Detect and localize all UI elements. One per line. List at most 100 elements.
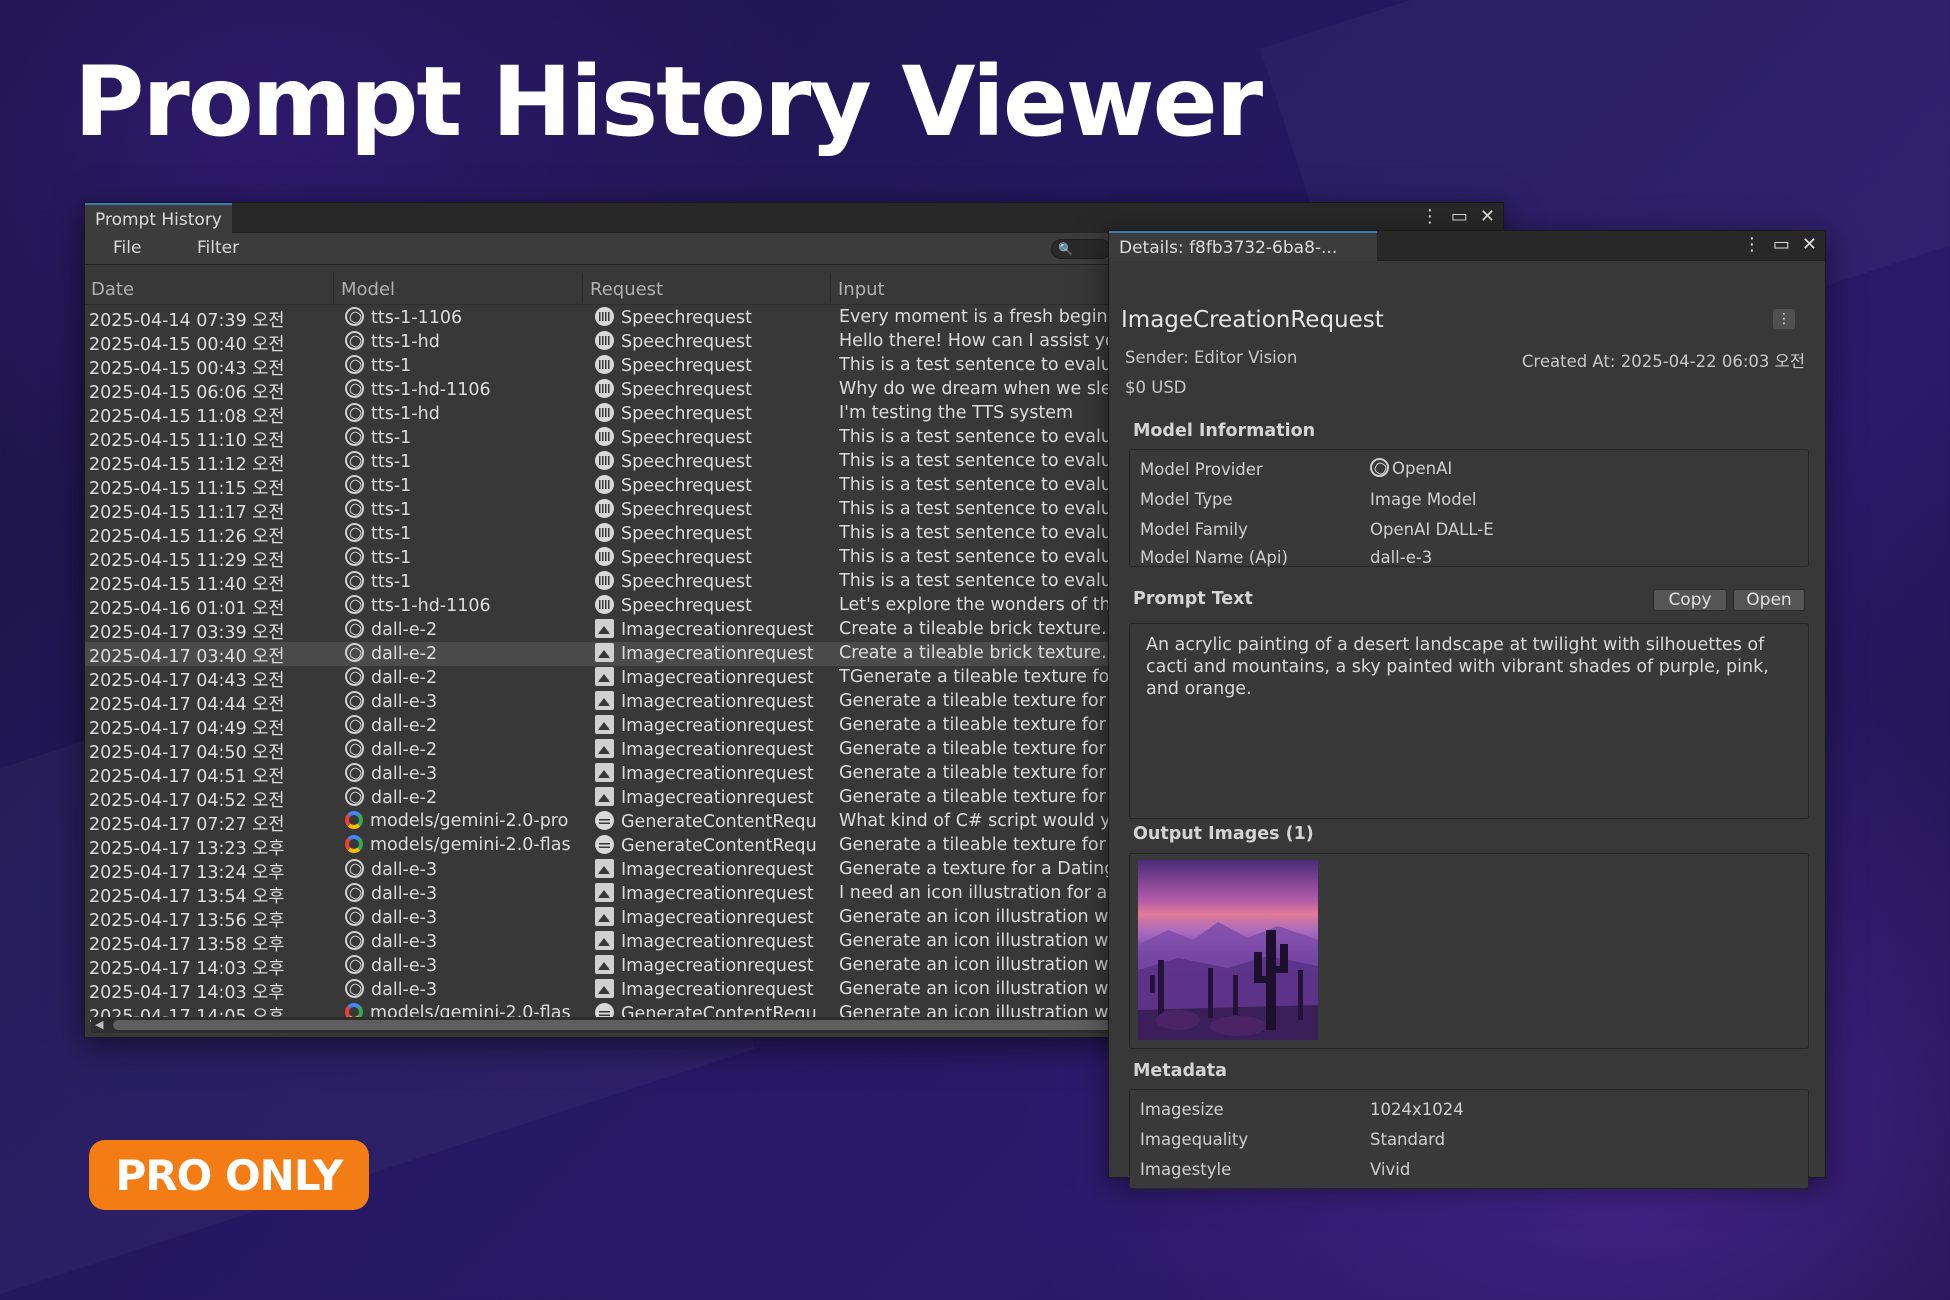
- chat-icon: [595, 835, 614, 854]
- date-cell: 2025-04-17 04:51 오전: [89, 763, 329, 788]
- model-cell: models/gemini-2.0-flas: [345, 835, 573, 855]
- column-input[interactable]: Input: [838, 279, 885, 300]
- openai-icon: [345, 475, 364, 494]
- request-cell: Speechrequest: [595, 307, 825, 328]
- date-cell: 2025-04-15 11:15 오전: [89, 475, 329, 500]
- tab-details[interactable]: Details: f8fb3732-6ba8-...: [1109, 231, 1377, 261]
- column-model[interactable]: Model: [341, 279, 395, 300]
- model-cell: tts-1-hd-1106: [345, 595, 573, 616]
- request-cell-text: Imagecreationrequest: [621, 692, 814, 712]
- maximize-icon[interactable]: ▭: [1451, 207, 1468, 227]
- request-cell: Imagecreationrequest: [595, 955, 825, 976]
- model-cell-text: models/gemini-2.0-pro: [370, 811, 569, 831]
- copy-button[interactable]: Copy: [1653, 589, 1727, 611]
- input-cell-text: TGenerate a tileable texture fo: [839, 667, 1110, 687]
- image-icon: [595, 763, 614, 782]
- request-cell-text: Speechrequest: [621, 332, 752, 352]
- model-info-heading: Model Information: [1133, 421, 1316, 441]
- model-provider-value: OpenAI: [1370, 458, 1452, 478]
- date-cell: 2025-04-17 04:44 오전: [89, 691, 329, 716]
- model-cell: dall-e-3: [345, 907, 573, 928]
- details-menu-icon[interactable]: ⋮: [1773, 309, 1795, 329]
- request-cell-text: Imagecreationrequest: [621, 740, 814, 760]
- model-cell-text: tts-1: [371, 500, 412, 520]
- openai-icon: [345, 883, 364, 902]
- model-cell-text: tts-1: [371, 476, 412, 496]
- date-cell: 2025-04-17 04:52 오전: [89, 787, 329, 812]
- input-cell-text: Generate a tileable texture for: [839, 691, 1106, 711]
- request-cell-text: Imagecreationrequest: [621, 956, 814, 976]
- date-cell-text: 2025-04-15 06:06 오전: [89, 383, 285, 403]
- input-cell-text: Generate a tileable texture for: [839, 763, 1106, 783]
- history-tab-bar: Prompt History ⋮ ▭ ✕: [85, 203, 1503, 233]
- date-cell: 2025-04-15 11:08 오전: [89, 403, 329, 428]
- column-divider[interactable]: [830, 273, 831, 303]
- scroll-left-icon[interactable]: ◀: [95, 1018, 103, 1031]
- more-options-icon[interactable]: ⋮: [1421, 207, 1439, 227]
- request-cell-text: Speechrequest: [621, 572, 752, 592]
- input-cell-text: Let's explore the wonders of th: [839, 595, 1111, 615]
- request-cell: Speechrequest: [595, 403, 825, 424]
- output-images-box: [1129, 853, 1809, 1049]
- speech-icon: [595, 595, 614, 614]
- date-cell-text: 2025-04-17 13:56 오후: [89, 911, 285, 931]
- date-cell-text: 2025-04-17 04:43 오전: [89, 671, 285, 691]
- open-button[interactable]: Open: [1733, 589, 1805, 611]
- date-cell: 2025-04-17 13:23 오후: [89, 835, 329, 860]
- speech-icon: [595, 427, 614, 446]
- output-image-thumbnail[interactable]: [1138, 860, 1318, 1040]
- search-input[interactable]: 🔍: [1051, 239, 1111, 259]
- openai-icon: [345, 307, 364, 326]
- model-cell-text: dall-e-3: [371, 692, 438, 712]
- column-date[interactable]: Date: [91, 279, 134, 300]
- model-cell: tts-1: [345, 499, 573, 520]
- close-icon[interactable]: ✕: [1802, 235, 1817, 255]
- openai-icon: [345, 355, 364, 374]
- openai-icon: [345, 859, 364, 878]
- request-cell-text: Imagecreationrequest: [621, 884, 814, 904]
- close-icon[interactable]: ✕: [1480, 207, 1495, 227]
- request-cell-text: Imagecreationrequest: [621, 908, 814, 928]
- prompt-text-box[interactable]: An acrylic painting of a desert landscap…: [1129, 623, 1809, 819]
- openai-icon: [345, 547, 364, 566]
- column-divider[interactable]: [582, 273, 583, 303]
- openai-icon: [345, 955, 364, 974]
- column-request[interactable]: Request: [590, 279, 663, 300]
- model-cell-text: dall-e-3: [371, 980, 438, 1000]
- image-icon: [595, 979, 614, 998]
- maximize-icon[interactable]: ▭: [1773, 235, 1790, 255]
- request-cell: Speechrequest: [595, 571, 825, 592]
- tab-prompt-history[interactable]: Prompt History: [85, 203, 232, 233]
- model-cell-text: dall-e-3: [371, 860, 438, 880]
- date-cell-text: 2025-04-17 14:03 오후: [89, 959, 285, 979]
- model-cell-text: tts-1: [371, 572, 412, 592]
- speech-icon: [595, 475, 614, 494]
- date-cell: 2025-04-17 14:03 오후: [89, 955, 329, 980]
- input-cell-text: I'm testing the TTS system: [839, 403, 1074, 423]
- request-cell: GenerateContentRequ: [595, 835, 825, 856]
- request-cell: Speechrequest: [595, 379, 825, 400]
- image-icon: [595, 859, 614, 878]
- menu-file[interactable]: File: [113, 238, 141, 258]
- model-cell: dall-e-3: [345, 763, 573, 784]
- model-cell: dall-e-3: [345, 859, 573, 880]
- openai-icon: [345, 667, 364, 686]
- menu-filter[interactable]: Filter: [197, 238, 239, 258]
- model-cell-text: dall-e-3: [371, 956, 438, 976]
- date-cell: 2025-04-15 11:29 오전: [89, 547, 329, 572]
- image-icon: [595, 883, 614, 902]
- date-cell-text: 2025-04-15 11:26 오전: [89, 527, 285, 547]
- model-cell: dall-e-2: [345, 739, 573, 760]
- openai-icon: [345, 379, 364, 398]
- request-cell-text: Imagecreationrequest: [621, 860, 814, 880]
- column-divider[interactable]: [333, 273, 334, 303]
- request-cell-text: Speechrequest: [621, 428, 752, 448]
- openai-icon: [345, 595, 364, 614]
- request-cell: Speechrequest: [595, 595, 825, 616]
- more-options-icon[interactable]: ⋮: [1743, 235, 1761, 255]
- model-cell: tts-1: [345, 427, 573, 448]
- model-type-key: Model Type: [1140, 490, 1233, 509]
- request-cell-text: Speechrequest: [621, 596, 752, 616]
- model-cell: tts-1: [345, 355, 573, 376]
- input-cell-text: Generate an icon illustration w: [839, 979, 1109, 999]
